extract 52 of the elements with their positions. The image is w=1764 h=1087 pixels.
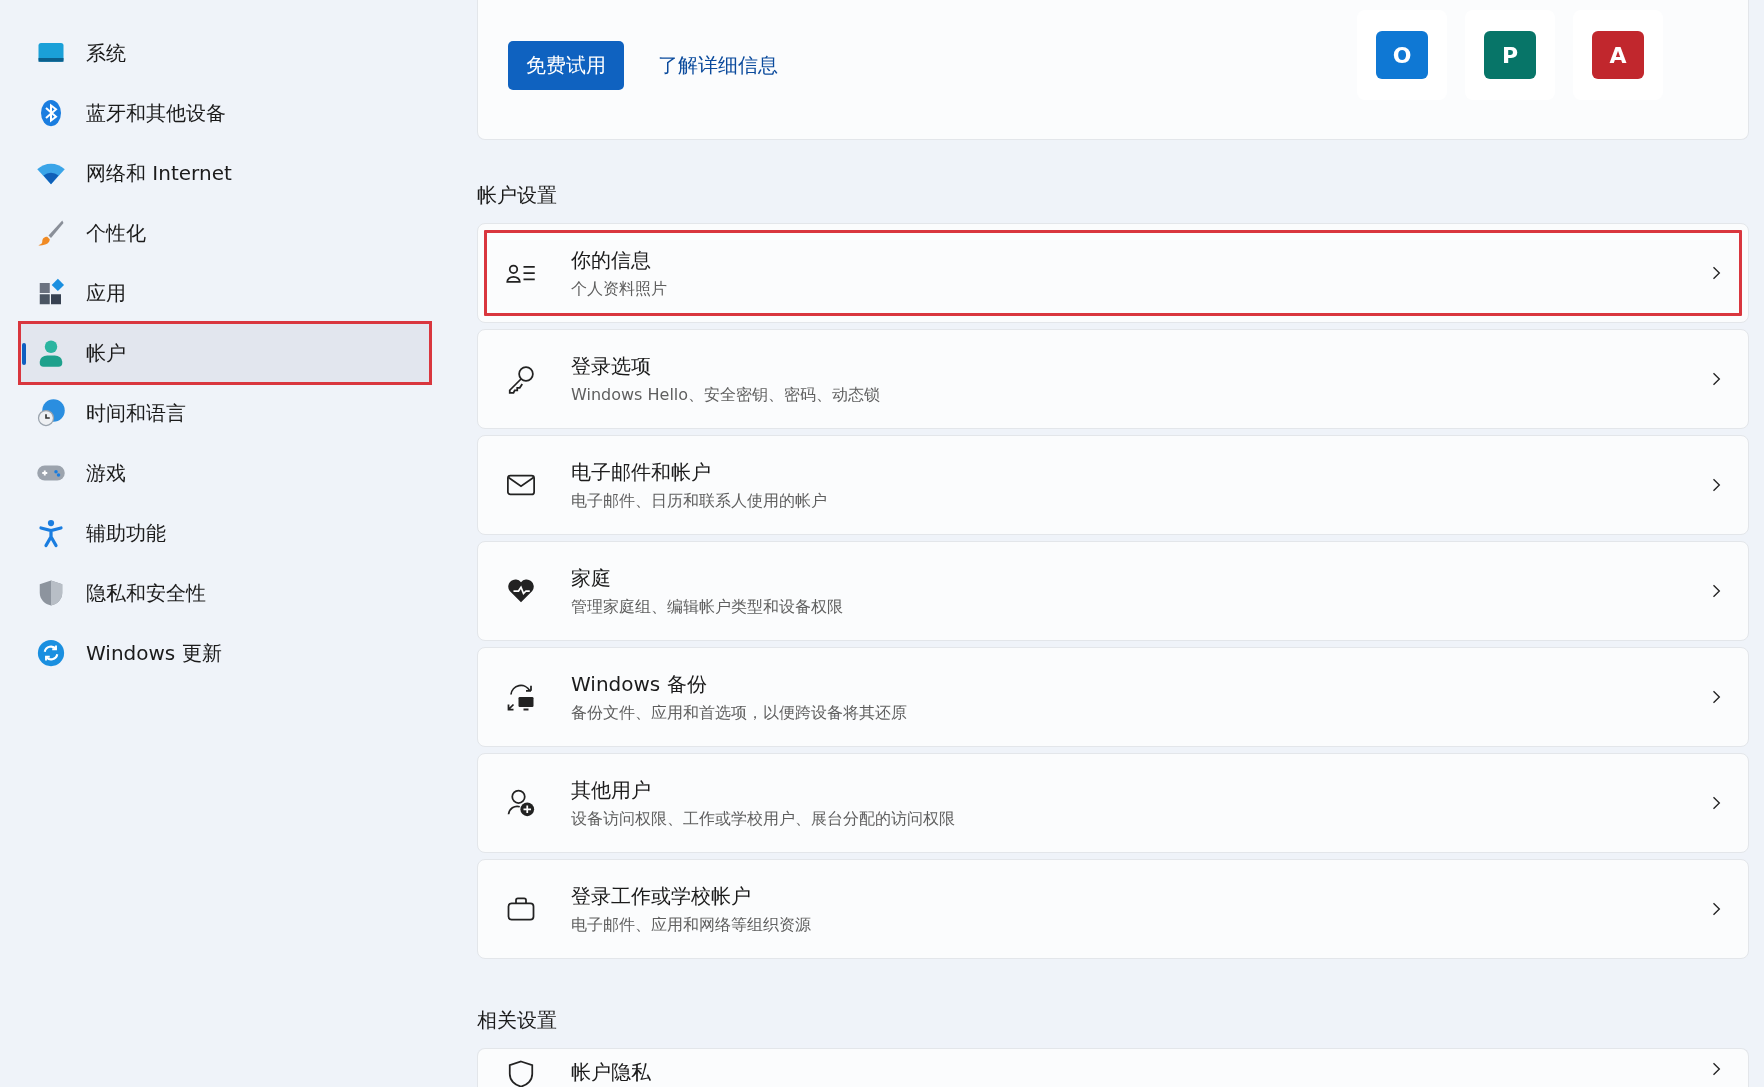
accessibility-icon [36, 518, 66, 548]
refresh-icon [36, 638, 66, 668]
sidebar-item[interactable]: 帐户 [20, 323, 430, 383]
row-subtitle: 个人资料照片 [571, 278, 668, 300]
app-tile[interactable]: P [1465, 10, 1555, 100]
key-icon [506, 364, 536, 394]
person-add-icon [506, 788, 536, 818]
shield-outline-icon [506, 1059, 536, 1087]
selection-indicator [22, 343, 26, 365]
sidebar-item[interactable]: Windows 更新 [20, 623, 430, 683]
sidebar-item[interactable]: 蓝牙和其他设备 [20, 83, 430, 143]
row-title: 帐户隐私 [571, 1059, 652, 1086]
section-heading: 相关设置 [477, 1007, 558, 1034]
sidebar-item[interactable]: 网络和 Internet [20, 143, 430, 203]
row-subtitle: 备份文件、应用和首选项，以便跨设备将其还原 [571, 702, 908, 724]
row-title: Windows 备份 [571, 670, 708, 698]
sync-monitor-icon [506, 682, 536, 712]
sidebar-item[interactable]: 个性化 [20, 203, 430, 263]
learn-more-link[interactable]: 了解详细信息 [658, 52, 778, 79]
sidebar-item[interactable]: 系统 [20, 23, 430, 83]
app-icon: O [1376, 31, 1428, 79]
settings-row[interactable]: 登录选项 Windows Hello、安全密钥、密码、动态锁 [477, 329, 1749, 429]
free-trial-button[interactable]: 免费试用 [508, 41, 624, 90]
globe-clock-icon [36, 398, 66, 428]
row-title: 家庭 [571, 564, 612, 592]
sidebar-item[interactable]: 应用 [20, 263, 430, 323]
row-subtitle: 电子邮件、日历和联系人使用的帐户 [571, 490, 828, 512]
settings-row[interactable]: 帐户隐私 [477, 1048, 1749, 1087]
row-title: 其他用户 [571, 776, 652, 804]
section-heading: 帐户设置 [477, 182, 558, 209]
settings-row[interactable]: 你的信息 个人资料照片 [477, 223, 1749, 323]
sidebar-item[interactable]: 时间和语言 [20, 383, 430, 443]
app-tile[interactable]: O [1357, 10, 1447, 100]
row-title: 你的信息 [571, 246, 652, 274]
sidebar-item[interactable]: 辅助功能 [20, 503, 430, 563]
sidebar-item[interactable]: 游戏 [20, 443, 430, 503]
row-title: 登录工作或学校帐户 [571, 882, 752, 910]
row-subtitle: 设备访问权限、工作或学校用户、展台分配的访问权限 [571, 808, 956, 830]
settings-row[interactable]: 登录工作或学校帐户 电子邮件、应用和网络等组织资源 [477, 859, 1749, 959]
settings-row[interactable]: 家庭 管理家庭组、编辑帐户类型和设备权限 [477, 541, 1749, 641]
settings-row[interactable]: 电子邮件和帐户 电子邮件、日历和联系人使用的帐户 [477, 435, 1749, 535]
sidebar-item[interactable]: 隐私和安全性 [20, 563, 430, 623]
row-title: 登录选项 [571, 352, 652, 380]
row-subtitle: 管理家庭组、编辑帐户类型和设备权限 [571, 596, 844, 618]
app-icon: P [1484, 31, 1536, 79]
settings-row[interactable]: 其他用户 设备访问权限、工作或学校用户、展台分配的访问权限 [477, 753, 1749, 853]
row-subtitle: 电子邮件、应用和网络等组织资源 [571, 914, 812, 936]
settings-row[interactable]: Windows 备份 备份文件、应用和首选项，以便跨设备将其还原 [477, 647, 1749, 747]
app-icon: A [1592, 31, 1644, 79]
row-subtitle: Windows Hello、安全密钥、密码、动态锁 [571, 384, 882, 406]
app-tile[interactable]: A [1573, 10, 1663, 100]
row-title: 电子邮件和帐户 [571, 458, 712, 486]
